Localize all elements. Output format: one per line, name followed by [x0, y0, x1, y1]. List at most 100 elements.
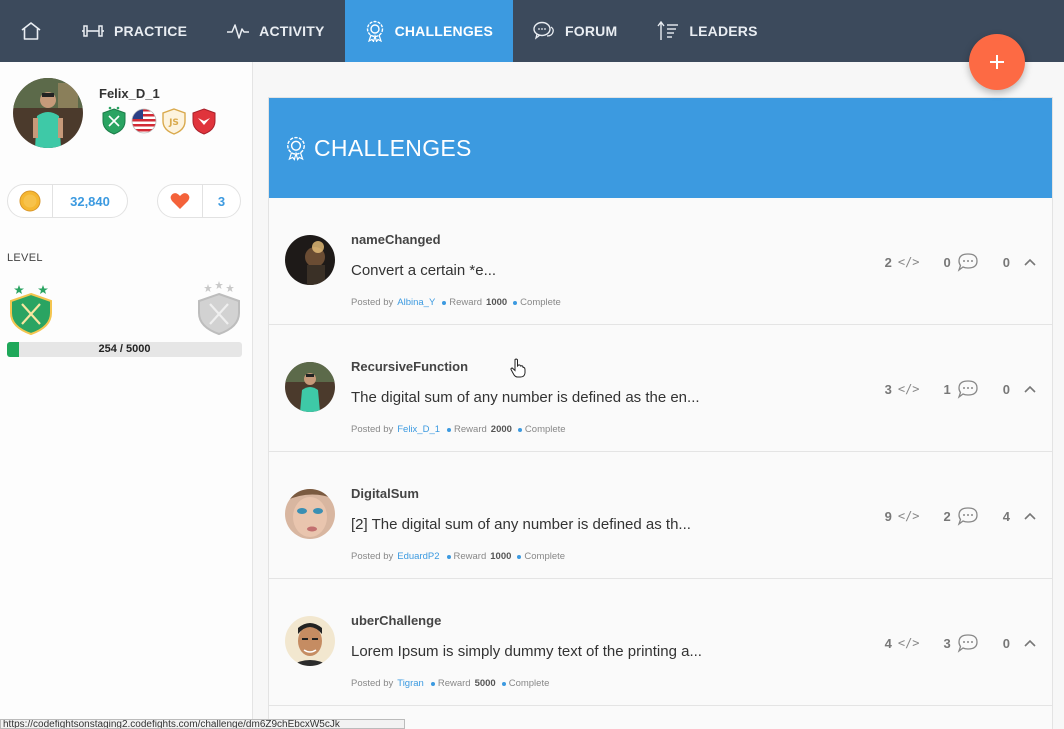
nav-activity-label: ACTIVITY: [259, 23, 325, 39]
add-challenge-button[interactable]: [969, 34, 1025, 90]
challenge-description[interactable]: Convert a certain *e...: [351, 262, 496, 279]
challenge-stats: 3 </> 1 0: [885, 379, 1036, 399]
red-badge-icon[interactable]: [190, 106, 218, 136]
avatar[interactable]: [13, 78, 83, 148]
nav-challenges[interactable]: CHALLENGES: [344, 0, 514, 62]
level-label: LEVEL: [7, 252, 43, 264]
challenge-name[interactable]: DigitalSum: [351, 486, 419, 501]
author-link[interactable]: Tigran: [397, 678, 424, 689]
code-icon: </>: [897, 509, 920, 523]
pulse-icon: [227, 24, 250, 39]
chat-bubbles-icon: [533, 21, 554, 40]
author-link[interactable]: EduardP2: [397, 551, 439, 562]
challenge-description[interactable]: [2] The digital sum of any number is def…: [351, 516, 691, 533]
status-text: Complete: [524, 551, 566, 562]
upvote-chevron-icon[interactable]: [1024, 385, 1036, 393]
challenge-meta: Posted by EduardP2 Reward 1000 Complete: [351, 551, 566, 562]
shield-badge-icon[interactable]: [100, 106, 128, 136]
progress-text: 254 / 5000: [98, 343, 151, 355]
challenge-stats: 4 </> 3 0: [885, 633, 1036, 653]
comment-icon: [957, 253, 978, 272]
challenge-description[interactable]: The digital sum of any number is defined…: [351, 389, 700, 406]
votes-stat: 4: [1002, 508, 1010, 524]
challenge-name[interactable]: uberChallenge: [351, 613, 441, 628]
username[interactable]: Felix_D_1: [99, 86, 160, 101]
likes-stat[interactable]: 3: [157, 184, 241, 218]
author-avatar[interactable]: [285, 362, 335, 412]
author-link[interactable]: Albina_Y: [397, 297, 435, 308]
upvote-chevron-icon[interactable]: [1024, 512, 1036, 520]
coins-stat[interactable]: 32,840: [7, 184, 128, 218]
solutions-stat[interactable]: 9 </>: [885, 509, 920, 524]
page-title: CHALLENGES: [314, 134, 472, 161]
challenge-meta: Posted by Felix_D_1 Reward 2000 Complete: [351, 424, 566, 435]
votes-stat: 0: [1002, 254, 1010, 270]
author-link[interactable]: Felix_D_1: [397, 424, 440, 435]
dumbbell-icon: [82, 25, 104, 37]
code-icon: </>: [897, 382, 920, 396]
challenge-row[interactable]: nameChanged Convert a certain *e... Post…: [269, 198, 1052, 325]
next-level-icon: [198, 281, 240, 336]
comment-icon: [957, 634, 978, 653]
upvote-chevron-icon[interactable]: [1024, 639, 1036, 647]
votes-stat: 0: [1002, 635, 1010, 651]
status-text: Complete: [524, 424, 566, 435]
award-icon: [287, 136, 305, 161]
likes-value: 3: [217, 193, 226, 209]
reward-value: 1000: [486, 297, 508, 308]
comments-stat[interactable]: 2: [944, 506, 979, 526]
top-navbar: PRACTICE ACTIVITY CHALLENGES FORUM LEADE…: [0, 0, 1064, 62]
author-avatar[interactable]: [285, 489, 335, 539]
award-icon: [366, 20, 383, 42]
comments-stat[interactable]: 0: [944, 252, 979, 272]
usa-flag-badge-icon[interactable]: [130, 106, 158, 136]
nav-home[interactable]: [0, 0, 62, 62]
coin-icon: [19, 190, 41, 212]
nav-leaders[interactable]: LEADERS: [637, 0, 777, 62]
js-badge-icon[interactable]: JS: [160, 106, 188, 136]
nav-activity[interactable]: ACTIVITY: [207, 0, 344, 62]
browser-status-url: https://codefightsonstaging2.codefights.…: [0, 719, 405, 729]
challenge-stats: 2 </> 0 0: [885, 252, 1036, 272]
profile-sidebar: Felix_D_1 JS 32,840 3 LEVEL 254 / 5000: [0, 62, 253, 729]
nav-practice[interactable]: PRACTICE: [62, 0, 207, 62]
author-avatar[interactable]: [285, 616, 335, 666]
nav-practice-label: PRACTICE: [114, 23, 188, 39]
coins-value: 32,840: [70, 193, 110, 209]
current-level-icon: [10, 285, 52, 336]
challenge-row[interactable]: DigitalSum [2] The digital sum of any nu…: [269, 452, 1052, 579]
challenge-row[interactable]: uberChallenge Lorem Ipsum is simply dumm…: [269, 579, 1052, 706]
challenge-name[interactable]: RecursiveFunction: [351, 359, 468, 374]
solutions-stat[interactable]: 2 </>: [885, 255, 920, 270]
leaderboard-icon: [657, 21, 679, 40]
solutions-stat[interactable]: 4 </>: [885, 636, 920, 651]
challenges-panel: CHALLENGES nameChanged Convert a certain…: [268, 97, 1053, 729]
badge-list: JS: [100, 106, 218, 136]
upvote-chevron-icon[interactable]: [1024, 258, 1036, 266]
reward-value: 2000: [490, 424, 512, 435]
nav-forum[interactable]: FORUM: [513, 0, 637, 62]
nav-forum-label: FORUM: [565, 23, 618, 39]
challenge-meta: Posted by Tigran Reward 5000 Complete: [351, 678, 550, 689]
votes-stat: 0: [1002, 381, 1010, 397]
nav-challenges-label: CHALLENGES: [394, 23, 494, 39]
challenge-meta: Posted by Albina_Y Reward 1000 Complete: [351, 297, 561, 308]
svg-text:JS: JS: [168, 118, 179, 128]
nav-leaders-label: LEADERS: [689, 23, 758, 39]
challenge-row[interactable]: RecursiveFunction The digital sum of any…: [269, 325, 1052, 452]
challenges-header: CHALLENGES: [269, 98, 1052, 198]
comment-icon: [957, 507, 978, 526]
reward-value: 1000: [490, 551, 512, 562]
plus-icon: [990, 55, 1004, 69]
solutions-stat[interactable]: 3 </>: [885, 382, 920, 397]
status-text: Complete: [508, 678, 550, 689]
author-avatar[interactable]: [285, 235, 335, 285]
challenge-stats: 9 </> 2 4: [885, 506, 1036, 526]
challenge-description[interactable]: Lorem Ipsum is simply dummy text of the …: [351, 643, 702, 660]
level-progress-bar: 254 / 5000: [7, 342, 242, 357]
challenge-name[interactable]: nameChanged: [351, 232, 441, 247]
comments-stat[interactable]: 1: [944, 379, 979, 399]
comments-stat[interactable]: 3: [944, 633, 979, 653]
heart-icon: [170, 193, 190, 209]
code-icon: </>: [897, 255, 920, 269]
